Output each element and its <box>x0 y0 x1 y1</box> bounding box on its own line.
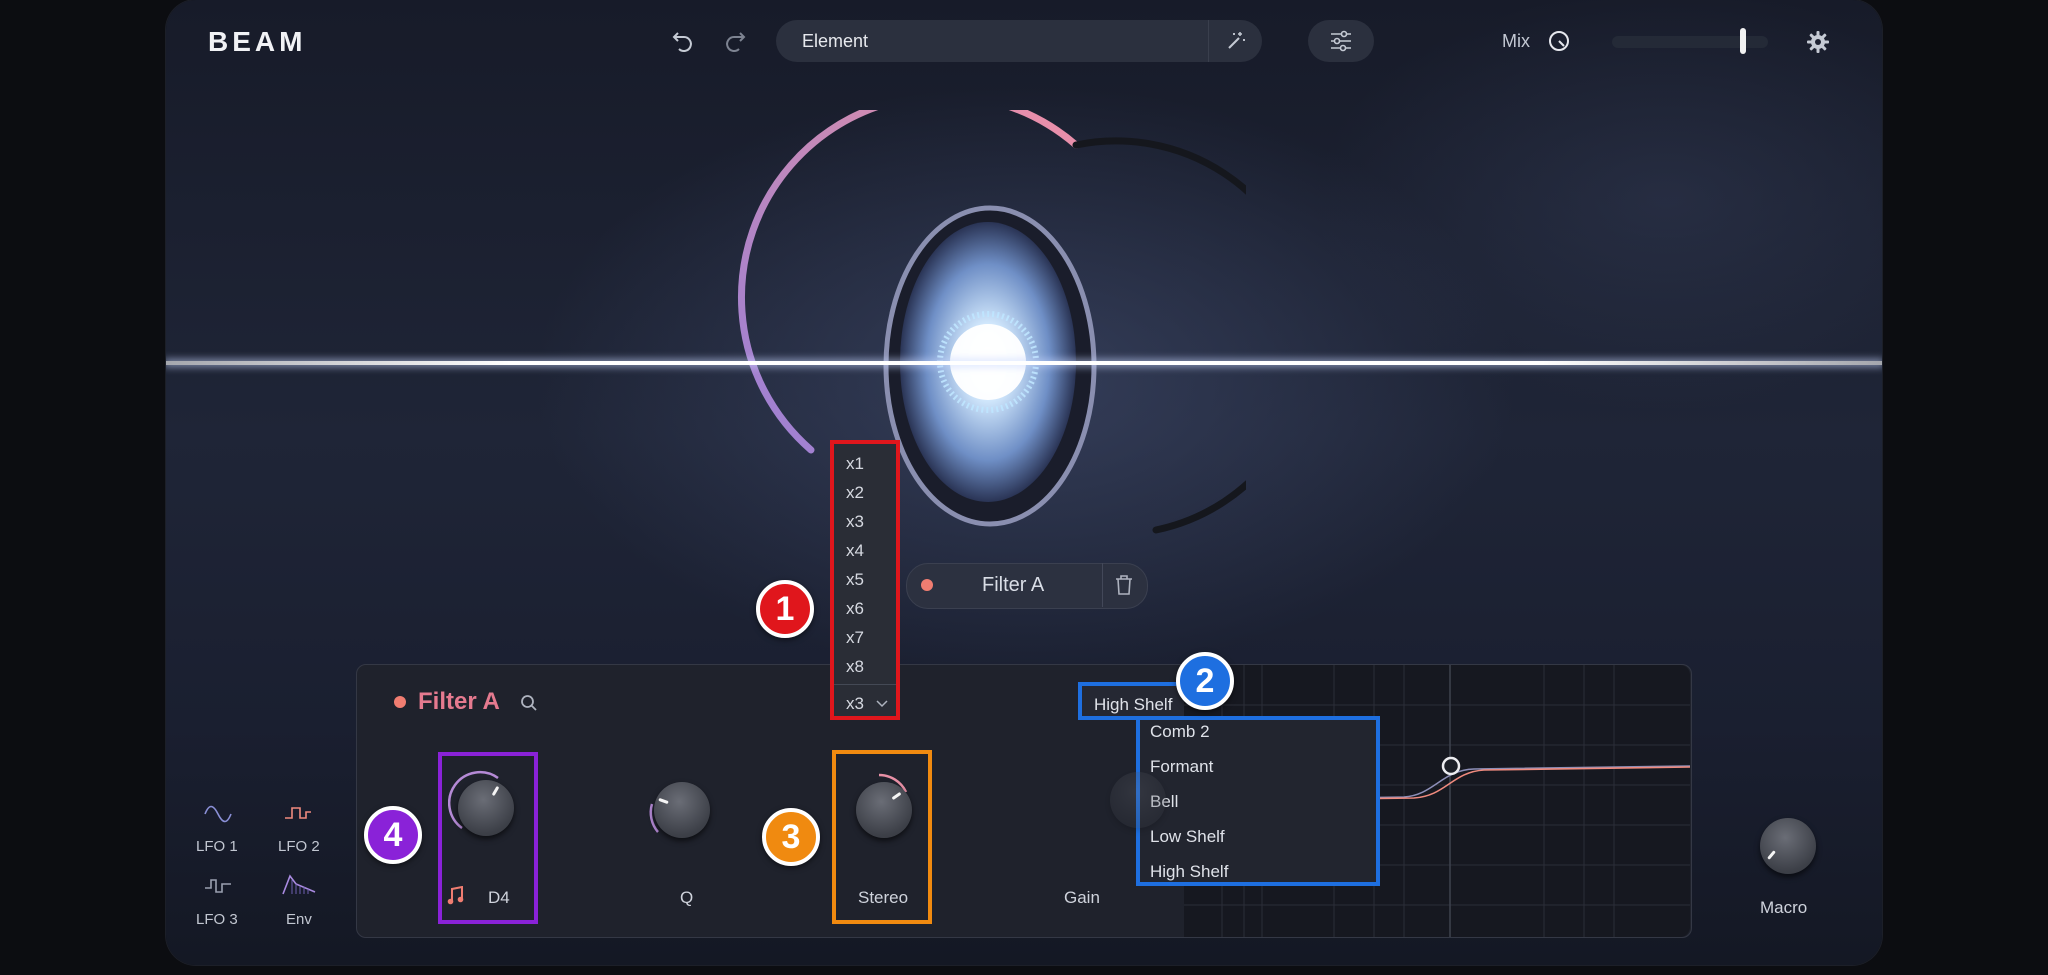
sliders-icon-wrap <box>1328 29 1354 53</box>
annotation-badge-1: 1 <box>756 580 814 638</box>
square-wave-icon[interactable] <box>284 804 312 824</box>
multiplier-option[interactable]: x3 <box>846 512 864 532</box>
magic-wand-icon <box>1228 32 1245 49</box>
chevron-down-icon <box>876 700 888 708</box>
lfo3-label[interactable]: LFO 3 <box>196 911 238 928</box>
macro-label: Macro <box>1760 898 1808 917</box>
gain-knob[interactable] <box>1110 772 1166 828</box>
multiplier-option[interactable]: x2 <box>846 483 864 503</box>
multiplier-option[interactable]: x4 <box>846 541 864 561</box>
undo-icon <box>672 32 692 52</box>
filter-type-option[interactable]: Comb 2 <box>1150 722 1210 742</box>
multiplier-option[interactable]: x1 <box>846 454 864 474</box>
multiplier-option[interactable]: x5 <box>846 570 864 590</box>
filter-type-option[interactable]: Formant <box>1150 757 1213 777</box>
randomize-button[interactable] <box>1216 22 1256 60</box>
filter-type-selected: High Shelf <box>1094 695 1173 714</box>
sine-wave-icon[interactable] <box>204 804 232 824</box>
mix-slider-thumb[interactable] <box>1740 28 1746 54</box>
filter-type-option[interactable]: High Shelf <box>1150 862 1228 882</box>
multiplier-dropdown[interactable]: x1 x2 x3 x4 x5 x6 x7 x8 x3 <box>830 440 900 720</box>
redo-button[interactable] <box>720 26 750 56</box>
multiplier-option[interactable]: x6 <box>846 599 864 619</box>
undo-button[interactable] <box>668 26 698 56</box>
beam-plugin-window: BEAM Element Mix Filter A Filter A x1 x2… <box>166 0 1882 965</box>
filter-type-option[interactable]: Low Shelf <box>1150 827 1225 847</box>
redo-icon <box>726 32 746 52</box>
q-label: Q <box>680 888 694 907</box>
multiplier-option[interactable]: x7 <box>846 628 864 648</box>
mix-label: Mix <box>1502 31 1530 51</box>
annotation-badge-3: 3 <box>762 808 820 866</box>
sliders-icon <box>1331 30 1351 52</box>
annotation-badge-4: 4 <box>364 806 422 864</box>
beam-line <box>166 361 1882 365</box>
gain-label: Gain <box>1064 888 1100 907</box>
multiplier-selected[interactable]: x3 <box>846 694 864 714</box>
multiplier-option[interactable]: x8 <box>846 657 864 677</box>
q-knob[interactable] <box>654 782 710 838</box>
step-wave-icon[interactable] <box>204 876 232 896</box>
mix-knob-icon <box>1549 31 1569 51</box>
search-icon <box>521 695 537 711</box>
env-label[interactable]: Env <box>286 911 312 928</box>
panel-title: Filter A <box>418 688 500 715</box>
highlight-stereo <box>832 750 932 924</box>
lfo1-label[interactable]: LFO 1 <box>196 838 238 855</box>
search-button[interactable] <box>518 692 540 714</box>
app-logo: BEAM <box>208 26 307 57</box>
filter-visualizer <box>738 110 1246 534</box>
filter-power-dot[interactable] <box>921 579 933 591</box>
trash-icon <box>1116 575 1132 595</box>
preset-divider <box>1208 20 1209 62</box>
filter-pill-divider <box>1102 563 1103 607</box>
lfo2-label[interactable]: LFO 2 <box>278 838 320 855</box>
preset-name: Element <box>802 31 869 51</box>
highlight-freq <box>438 752 538 924</box>
macro-knob[interactable] <box>1760 818 1816 874</box>
gear-icon <box>1807 31 1829 53</box>
filter-slot-label: Filter A <box>982 574 1045 596</box>
envelope-icon[interactable] <box>282 874 316 896</box>
panel-power-dot[interactable] <box>394 696 406 708</box>
multiplier-separator <box>834 684 896 685</box>
delete-filter-button[interactable] <box>1108 570 1140 600</box>
filter-type-list[interactable]: Comb 2 Formant Bell Low Shelf High Shelf <box>1136 716 1380 886</box>
annotation-badge-2: 2 <box>1176 652 1234 710</box>
mix-knob[interactable] <box>1546 28 1572 54</box>
settings-button[interactable] <box>1804 28 1832 56</box>
